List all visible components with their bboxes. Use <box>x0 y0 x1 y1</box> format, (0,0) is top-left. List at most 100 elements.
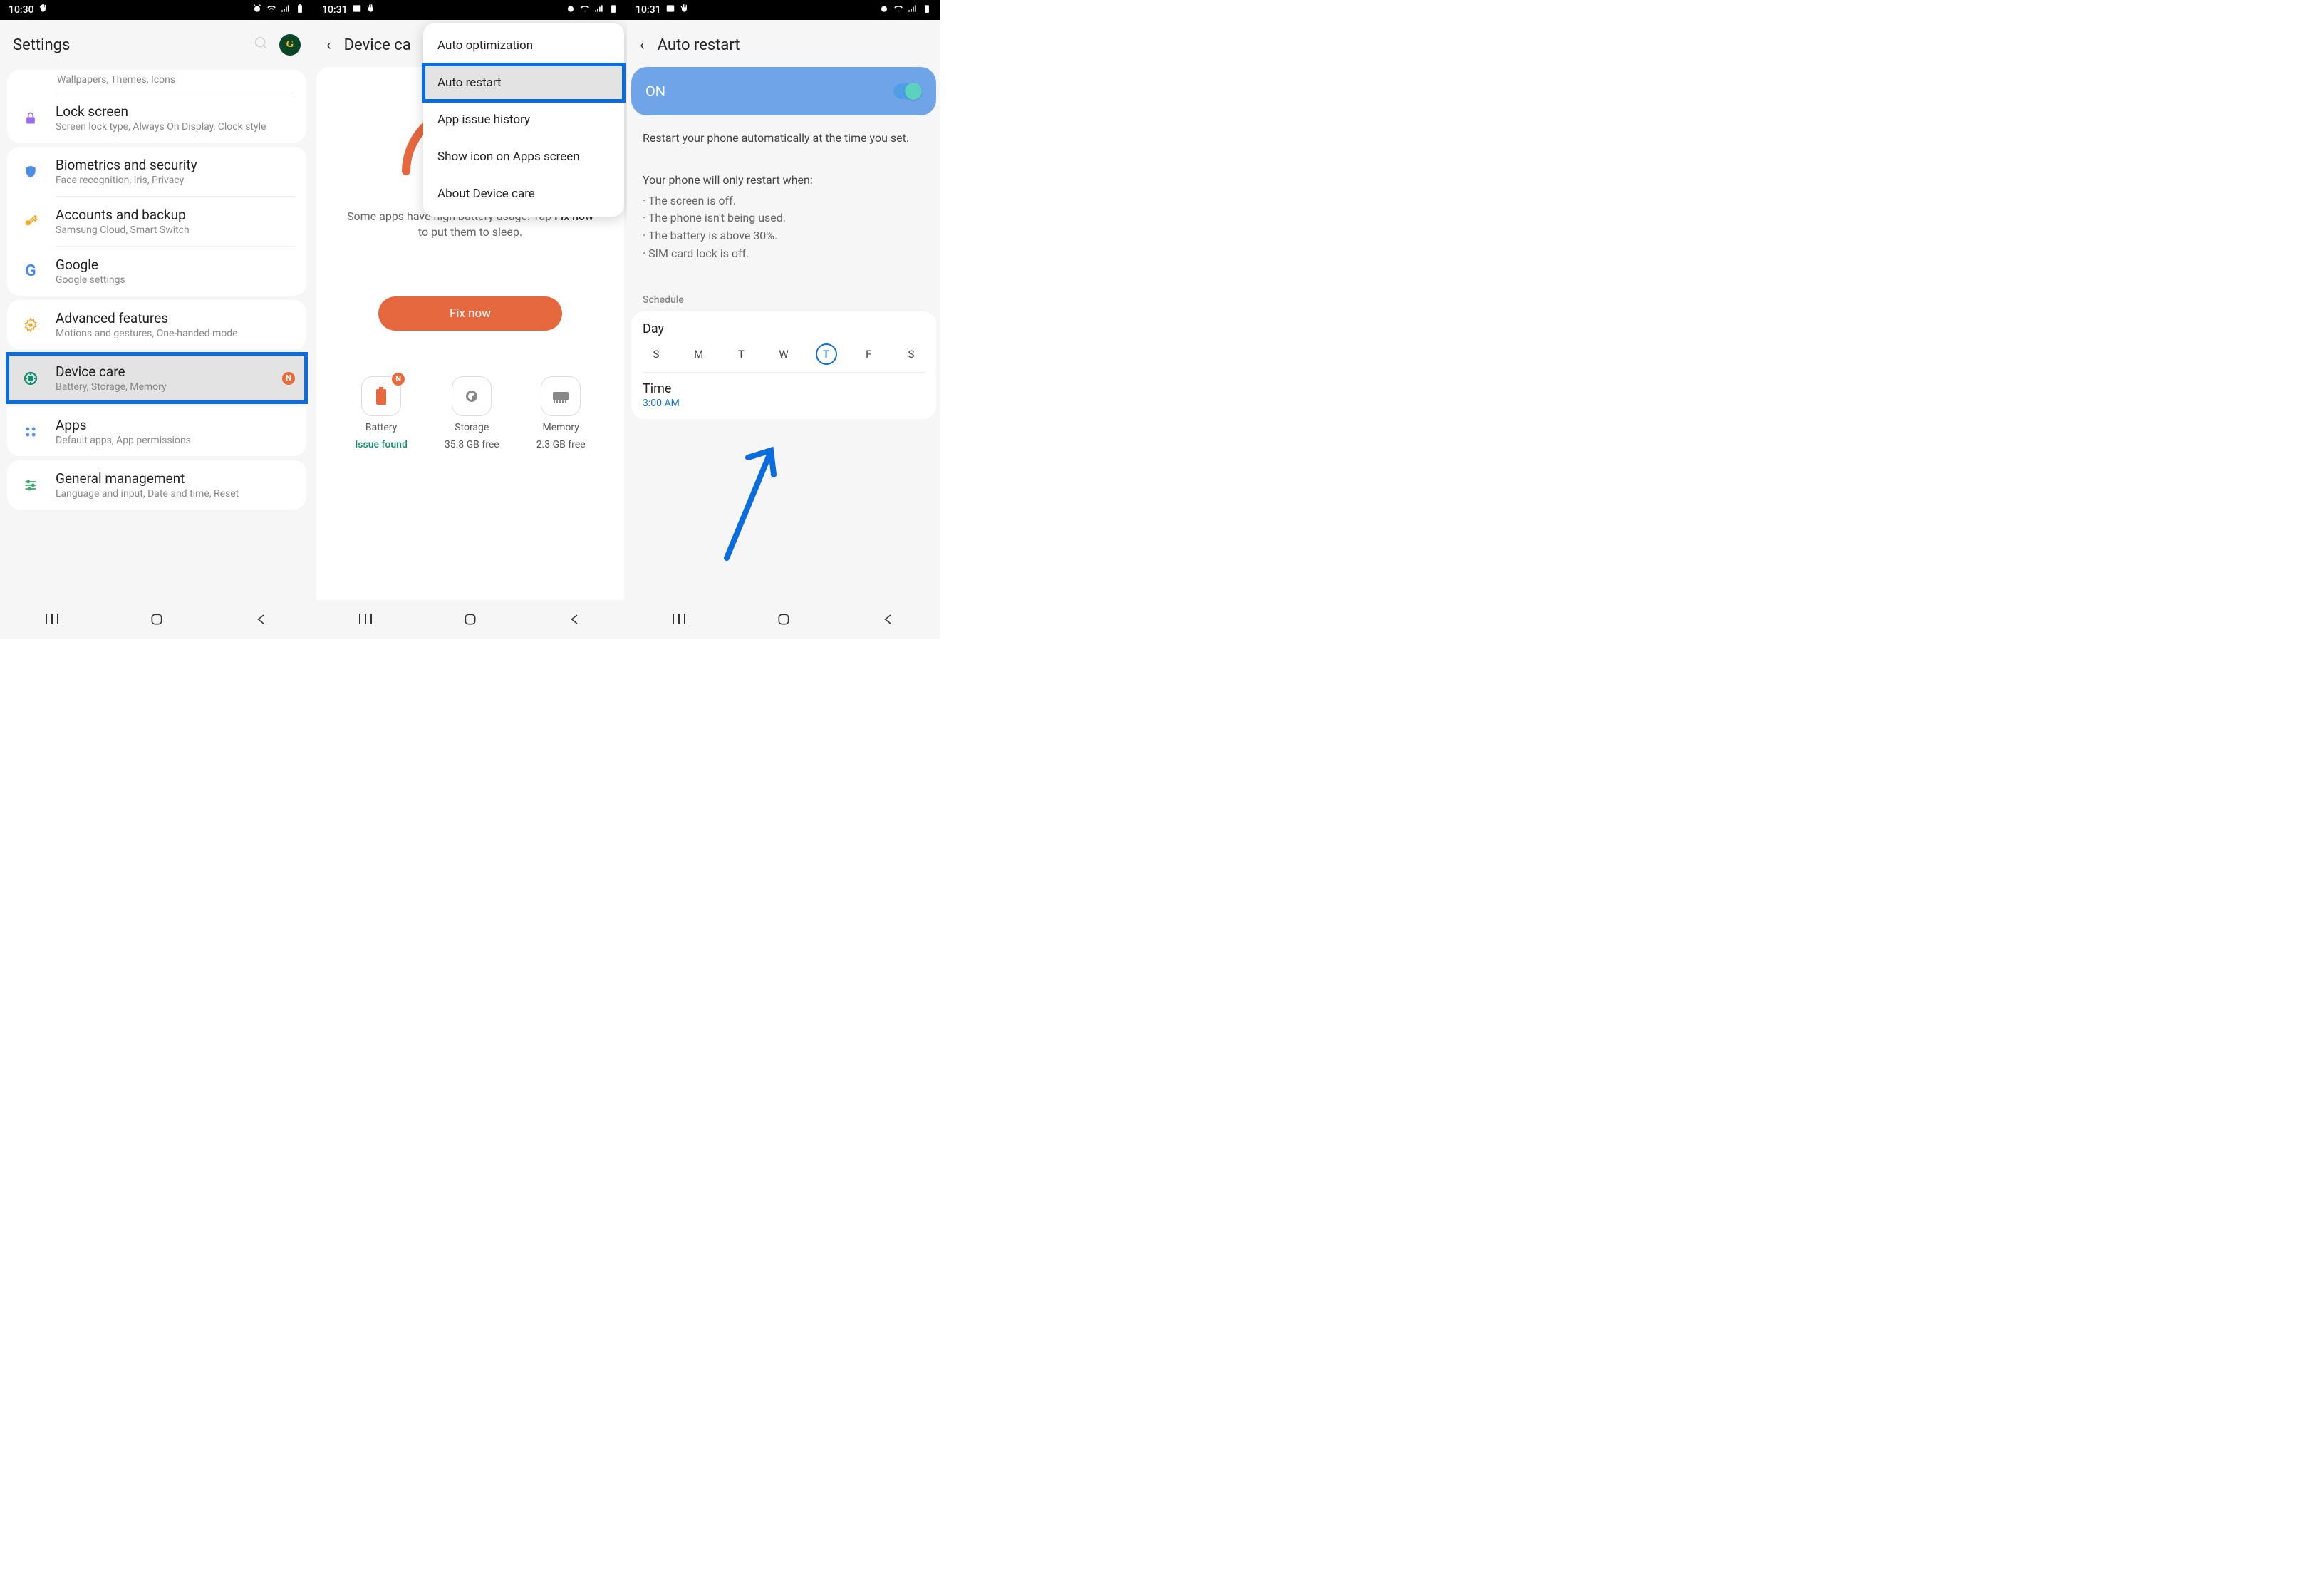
chip-label: Memory <box>542 422 579 433</box>
palm-icon <box>680 4 690 16</box>
nav-home[interactable] <box>456 612 484 626</box>
nav-back[interactable] <box>874 613 903 626</box>
day-tue[interactable]: T <box>730 343 752 365</box>
info-cond-lead: Your phone will only restart when: <box>643 172 925 190</box>
item-subtitle: Google settings <box>56 274 125 286</box>
item-subtitle: Battery, Storage, Memory <box>56 381 167 393</box>
nav-home[interactable] <box>142 612 171 626</box>
time-row[interactable]: Time 3:00 AM <box>643 372 925 409</box>
shield-icon <box>19 160 43 184</box>
info-text: Restart your phone automatically at the … <box>627 124 940 263</box>
item-subtitle: Screen lock type, Always On Display, Clo… <box>56 121 266 133</box>
item-title: Lock screen <box>56 103 266 120</box>
master-toggle[interactable] <box>893 83 922 99</box>
status-time: 10:31 <box>636 4 661 16</box>
settings-item-advanced[interactable]: Advanced features Motions and gestures, O… <box>7 300 306 349</box>
menu-about[interactable]: About Device care <box>423 175 624 212</box>
item-subtitle: Motions and gestures, One-handed mode <box>56 328 238 339</box>
menu-auto-optimization[interactable]: Auto optimization <box>423 27 624 64</box>
back-icon[interactable]: ‹ <box>640 36 645 54</box>
menu-app-issue-history[interactable]: App issue history <box>423 101 624 138</box>
chip-battery[interactable]: N Battery Issue found <box>355 376 408 450</box>
msg-post: to put them to sleep. <box>418 225 522 239</box>
battery-icon <box>922 4 932 16</box>
status-bar: 10:31 <box>627 0 940 20</box>
header: Settings G <box>0 20 313 66</box>
screenshot-auto-restart: 10:31 ‹ Auto restart ON Restart your pho… <box>627 0 940 639</box>
battery-icon <box>608 4 618 16</box>
lock-icon <box>19 106 43 130</box>
nav-bar <box>0 600 313 639</box>
settings-item-lock-screen[interactable]: Lock screenScreen lock type, Always On D… <box>7 93 306 143</box>
chip-sub: 35.8 GB free <box>445 439 499 450</box>
nav-bar <box>627 600 940 639</box>
header-title: Device ca <box>344 36 411 54</box>
alarm-icon <box>566 4 576 16</box>
settings-item-display-partial[interactable]: Wallpapers, Themes, Icons <box>7 70 306 93</box>
menu-show-icon[interactable]: Show icon on Apps screen <box>423 138 624 175</box>
chip-label: Storage <box>455 422 489 433</box>
day-fri[interactable]: F <box>858 343 879 365</box>
signal-icon <box>281 4 291 16</box>
nav-bar <box>313 600 627 639</box>
settings-scroll[interactable]: Wallpapers, Themes, Icons Lock screenScr… <box>0 66 313 600</box>
chip-memory[interactable]: Memory 2.3 GB free <box>536 376 586 450</box>
settings-item-apps[interactable]: AppsDefault apps, App permissions <box>7 407 306 456</box>
nav-back[interactable] <box>247 613 276 626</box>
schedule-label: Schedule <box>627 263 940 311</box>
settings-item-biometrics[interactable]: Biometrics and securityFace recognition,… <box>7 147 306 196</box>
time-label: Time <box>643 381 925 396</box>
day-thu[interactable]: T <box>816 343 837 365</box>
menu-auto-restart[interactable]: Auto restart <box>423 64 624 101</box>
status-time: 10:30 <box>9 4 34 16</box>
alarm-icon <box>879 4 889 16</box>
nav-recents[interactable] <box>38 613 66 626</box>
signal-icon <box>594 4 604 16</box>
item-title: Accounts and backup <box>56 207 190 223</box>
search-icon[interactable] <box>254 36 269 54</box>
settings-item-general[interactable]: General managementLanguage and input, Da… <box>7 460 306 510</box>
settings-item-device-care[interactable]: Device careBattery, Storage, Memory N <box>7 353 306 403</box>
item-title: Advanced features <box>56 310 238 326</box>
item-subtitle: Wallpapers, Themes, Icons <box>57 74 175 86</box>
info-lead: Restart your phone automatically at the … <box>643 130 925 148</box>
nav-recents[interactable] <box>351 613 380 626</box>
day-label: Day <box>643 321 925 336</box>
nav-home[interactable] <box>769 612 798 626</box>
settings-item-accounts[interactable]: Accounts and backupSamsung Cloud, Smart … <box>7 197 306 246</box>
gear-icon <box>19 313 43 337</box>
day-wed[interactable]: W <box>773 343 794 365</box>
device-care-icon <box>19 366 43 391</box>
fix-now-button[interactable]: Fix now <box>378 296 562 331</box>
wifi-icon <box>266 4 276 16</box>
account-avatar[interactable]: G <box>279 34 301 56</box>
item-subtitle: Default apps, App permissions <box>56 435 191 446</box>
cond-item: The battery is above 30%. <box>643 227 925 245</box>
item-title: General management <box>56 470 239 487</box>
wifi-icon <box>580 4 590 16</box>
status-time: 10:31 <box>322 4 348 16</box>
key-icon <box>19 210 43 234</box>
palm-icon <box>366 4 376 16</box>
signal-icon <box>908 4 918 16</box>
schedule-card: Day S M T W T F S Time 3:00 AM <box>631 311 936 419</box>
day-mon[interactable]: M <box>688 343 710 365</box>
back-icon[interactable]: ‹ <box>326 36 331 54</box>
alarm-icon <box>252 4 262 16</box>
on-label: ON <box>645 83 665 100</box>
on-banner[interactable]: ON <box>631 67 936 115</box>
sliders-icon <box>19 473 43 497</box>
image-icon <box>665 4 675 16</box>
header: ‹ Auto restart <box>627 20 940 66</box>
day-sun[interactable]: S <box>645 343 667 365</box>
nav-recents[interactable] <box>665 613 693 626</box>
header-title: Settings <box>13 36 70 54</box>
day-sat[interactable]: S <box>901 343 922 365</box>
chip-storage[interactable]: Storage 35.8 GB free <box>445 376 499 450</box>
settings-item-google[interactable]: G GoogleGoogle settings <box>7 247 306 296</box>
cond-item: The phone isn't being used. <box>643 210 925 227</box>
screenshot-settings: 10:30 Settings G Wallpapers, Themes, Ico… <box>0 0 313 639</box>
nav-back[interactable] <box>561 613 589 626</box>
overflow-menu: Auto optimization Auto restart App issue… <box>423 23 624 217</box>
time-value: 3:00 AM <box>643 398 925 409</box>
